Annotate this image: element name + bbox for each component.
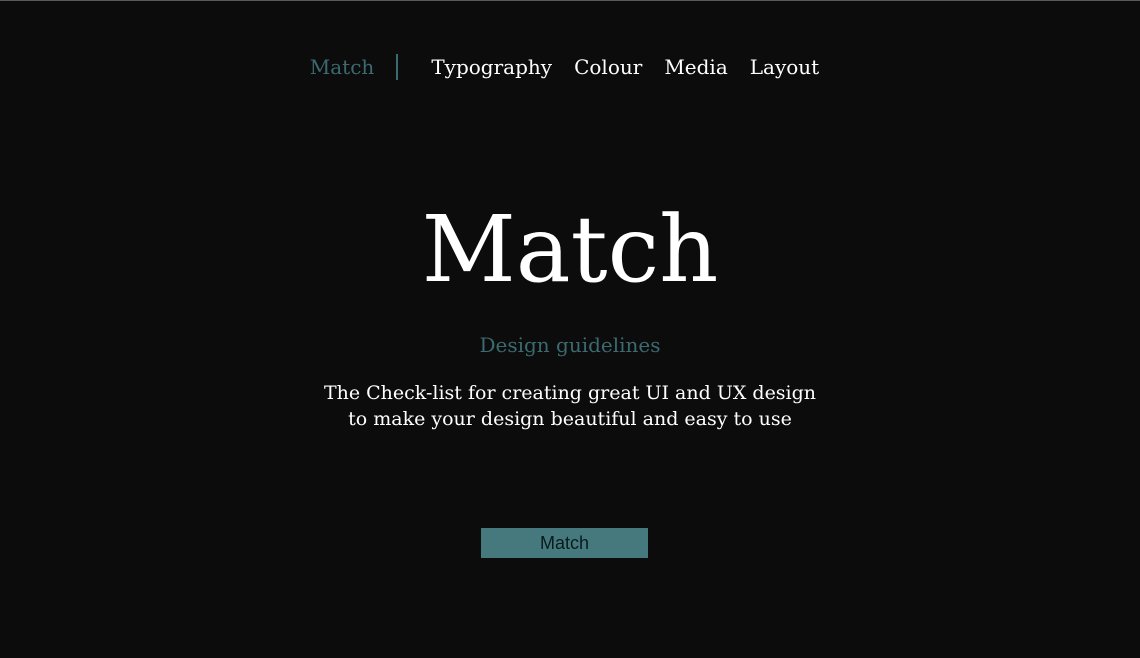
nav-divider [396,54,399,80]
hero-subtitle: Design guidelines [479,333,661,357]
nav-link-layout[interactable]: Layout [750,53,819,81]
top-navigation: Match Typography Colour Media Layout [0,51,1140,83]
nav-link-colour[interactable]: Colour [574,53,642,81]
nav-brand-link[interactable]: Match [310,53,397,81]
match-button[interactable]: Match [481,528,648,558]
hero-description-line-2: to make your design beautiful and easy t… [348,408,792,430]
nav-link-media[interactable]: Media [664,53,727,81]
hero-description-line-1: The Check-list for creating great UI and… [323,382,817,404]
nav-link-typography[interactable]: Typography [431,53,552,81]
hero-title: Match [421,196,719,303]
hero-description: The Check-list for creating great UI and… [0,380,1140,432]
